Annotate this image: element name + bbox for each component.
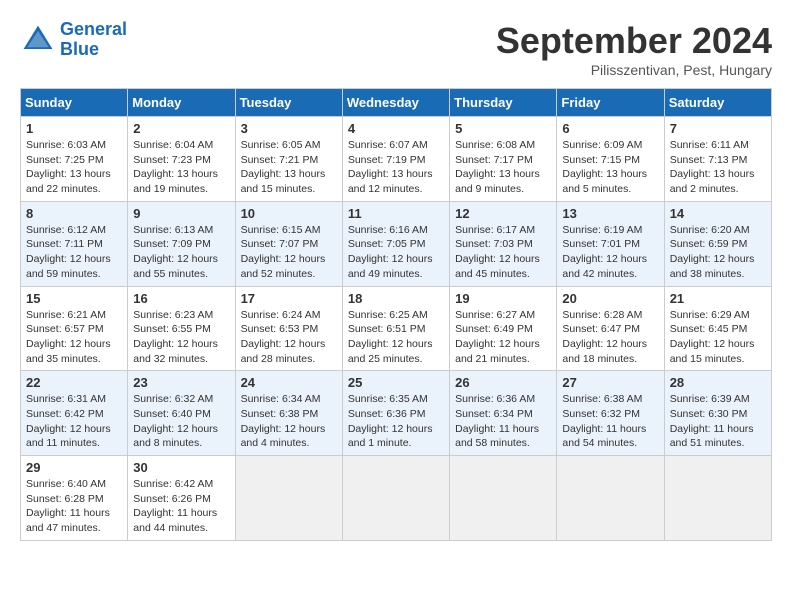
page-header: General Blue September 2024 Pilisszentiv… bbox=[20, 20, 772, 78]
calendar-header-row: Sunday Monday Tuesday Wednesday Thursday… bbox=[21, 89, 772, 117]
table-row: 1 Sunrise: 6:03 AM Sunset: 7:25 PM Dayli… bbox=[21, 117, 128, 202]
col-saturday: Saturday bbox=[664, 89, 771, 117]
table-row: 21 Sunrise: 6:29 AM Sunset: 6:45 PM Dayl… bbox=[664, 286, 771, 371]
col-sunday: Sunday bbox=[21, 89, 128, 117]
col-friday: Friday bbox=[557, 89, 664, 117]
empty-cell bbox=[557, 456, 664, 541]
col-monday: Monday bbox=[128, 89, 235, 117]
calendar-week-5: 29 Sunrise: 6:40 AM Sunset: 6:28 PM Dayl… bbox=[21, 456, 772, 541]
table-row: 20 Sunrise: 6:28 AM Sunset: 6:47 PM Dayl… bbox=[557, 286, 664, 371]
table-row: 28 Sunrise: 6:39 AM Sunset: 6:30 PM Dayl… bbox=[664, 371, 771, 456]
table-row: 7 Sunrise: 6:11 AM Sunset: 7:13 PM Dayli… bbox=[664, 117, 771, 202]
empty-cell bbox=[235, 456, 342, 541]
table-row: 29 Sunrise: 6:40 AM Sunset: 6:28 PM Dayl… bbox=[21, 456, 128, 541]
table-row: 5 Sunrise: 6:08 AM Sunset: 7:17 PM Dayli… bbox=[450, 117, 557, 202]
table-row: 17 Sunrise: 6:24 AM Sunset: 6:53 PM Dayl… bbox=[235, 286, 342, 371]
logo-general: General bbox=[60, 19, 127, 39]
calendar-week-2: 8 Sunrise: 6:12 AM Sunset: 7:11 PM Dayli… bbox=[21, 201, 772, 286]
table-row: 3 Sunrise: 6:05 AM Sunset: 7:21 PM Dayli… bbox=[235, 117, 342, 202]
table-row: 12 Sunrise: 6:17 AM Sunset: 7:03 PM Dayl… bbox=[450, 201, 557, 286]
empty-cell bbox=[450, 456, 557, 541]
table-row: 6 Sunrise: 6:09 AM Sunset: 7:15 PM Dayli… bbox=[557, 117, 664, 202]
logo-blue: Blue bbox=[60, 39, 99, 59]
table-row: 26 Sunrise: 6:36 AM Sunset: 6:34 PM Dayl… bbox=[450, 371, 557, 456]
table-row: 30 Sunrise: 6:42 AM Sunset: 6:26 PM Dayl… bbox=[128, 456, 235, 541]
table-row: 15 Sunrise: 6:21 AM Sunset: 6:57 PM Dayl… bbox=[21, 286, 128, 371]
empty-cell bbox=[664, 456, 771, 541]
table-row: 9 Sunrise: 6:13 AM Sunset: 7:09 PM Dayli… bbox=[128, 201, 235, 286]
location-subtitle: Pilisszentivan, Pest, Hungary bbox=[496, 62, 772, 78]
month-title: September 2024 bbox=[496, 20, 772, 62]
table-row: 18 Sunrise: 6:25 AM Sunset: 6:51 PM Dayl… bbox=[342, 286, 449, 371]
table-row: 4 Sunrise: 6:07 AM Sunset: 7:19 PM Dayli… bbox=[342, 117, 449, 202]
col-wednesday: Wednesday bbox=[342, 89, 449, 117]
table-row: 8 Sunrise: 6:12 AM Sunset: 7:11 PM Dayli… bbox=[21, 201, 128, 286]
table-row: 2 Sunrise: 6:04 AM Sunset: 7:23 PM Dayli… bbox=[128, 117, 235, 202]
table-row: 25 Sunrise: 6:35 AM Sunset: 6:36 PM Dayl… bbox=[342, 371, 449, 456]
empty-cell bbox=[342, 456, 449, 541]
logo: General Blue bbox=[20, 20, 127, 60]
table-row: 24 Sunrise: 6:34 AM Sunset: 6:38 PM Dayl… bbox=[235, 371, 342, 456]
logo-icon bbox=[20, 22, 56, 58]
table-row: 10 Sunrise: 6:15 AM Sunset: 7:07 PM Dayl… bbox=[235, 201, 342, 286]
calendar-table: Sunday Monday Tuesday Wednesday Thursday… bbox=[20, 88, 772, 541]
col-thursday: Thursday bbox=[450, 89, 557, 117]
table-row: 16 Sunrise: 6:23 AM Sunset: 6:55 PM Dayl… bbox=[128, 286, 235, 371]
table-row: 22 Sunrise: 6:31 AM Sunset: 6:42 PM Dayl… bbox=[21, 371, 128, 456]
calendar-week-1: 1 Sunrise: 6:03 AM Sunset: 7:25 PM Dayli… bbox=[21, 117, 772, 202]
col-tuesday: Tuesday bbox=[235, 89, 342, 117]
table-row: 27 Sunrise: 6:38 AM Sunset: 6:32 PM Dayl… bbox=[557, 371, 664, 456]
title-block: September 2024 Pilisszentivan, Pest, Hun… bbox=[496, 20, 772, 78]
calendar-week-4: 22 Sunrise: 6:31 AM Sunset: 6:42 PM Dayl… bbox=[21, 371, 772, 456]
table-row: 11 Sunrise: 6:16 AM Sunset: 7:05 PM Dayl… bbox=[342, 201, 449, 286]
table-row: 13 Sunrise: 6:19 AM Sunset: 7:01 PM Dayl… bbox=[557, 201, 664, 286]
table-row: 23 Sunrise: 6:32 AM Sunset: 6:40 PM Dayl… bbox=[128, 371, 235, 456]
table-row: 14 Sunrise: 6:20 AM Sunset: 6:59 PM Dayl… bbox=[664, 201, 771, 286]
calendar-week-3: 15 Sunrise: 6:21 AM Sunset: 6:57 PM Dayl… bbox=[21, 286, 772, 371]
table-row: 19 Sunrise: 6:27 AM Sunset: 6:49 PM Dayl… bbox=[450, 286, 557, 371]
